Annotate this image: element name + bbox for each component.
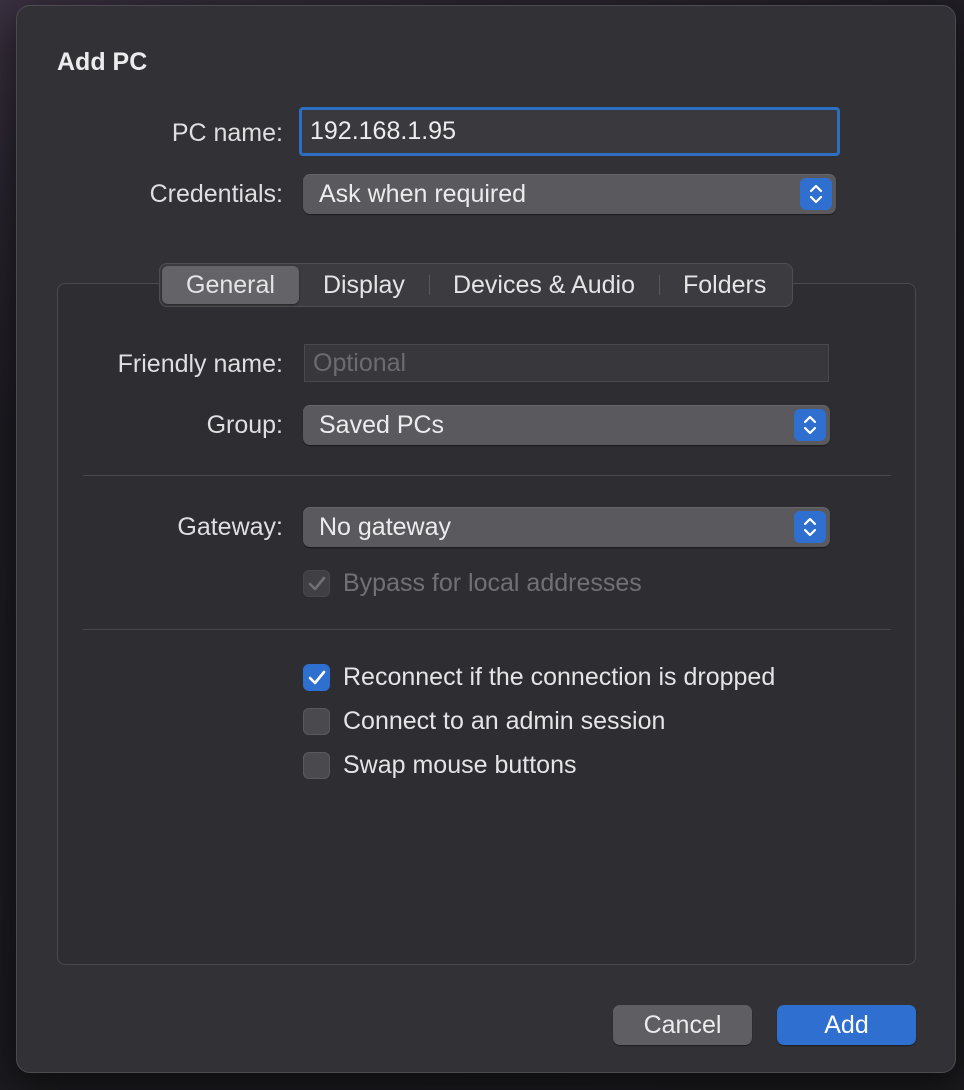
reconnect-checkbox-row[interactable]: Reconnect if the connection is dropped [303, 663, 775, 692]
add-button[interactable]: Add [777, 1005, 916, 1045]
group-label: Group: [206, 411, 283, 439]
updown-chevron-icon [794, 409, 826, 441]
credentials-label: Credentials: [149, 180, 283, 208]
gateway-label: Gateway: [177, 513, 283, 541]
tab-bar: General Display Devices & Audio Folders [159, 263, 794, 307]
friendly-name-input[interactable]: Optional [304, 344, 829, 382]
admin-session-checkbox-row[interactable]: Connect to an admin session [303, 707, 665, 736]
credentials-popup[interactable]: Ask when required [303, 174, 836, 214]
gateway-popup[interactable]: No gateway [303, 507, 830, 547]
dialog-title: Add PC [57, 48, 148, 76]
bypass-local-checkbox [303, 570, 330, 597]
reconnect-checkbox[interactable] [303, 664, 330, 691]
tab-devices-audio[interactable]: Devices & Audio [428, 266, 659, 304]
divider [83, 629, 891, 630]
cancel-button[interactable]: Cancel [613, 1005, 752, 1045]
bypass-local-label: Bypass for local addresses [343, 569, 642, 597]
tab-panel [57, 283, 916, 965]
updown-chevron-icon [800, 178, 832, 210]
reconnect-label: Reconnect if the connection is dropped [343, 663, 776, 691]
gateway-selected: No gateway [319, 512, 452, 541]
tab-display[interactable]: Display [299, 266, 429, 304]
pc-name-label: PC name: [171, 119, 283, 147]
divider [83, 475, 891, 476]
pc-name-input[interactable]: 192.168.1.95 [299, 107, 840, 156]
tab-folders[interactable]: Folders [658, 266, 790, 304]
credentials-selected: Ask when required [319, 179, 527, 208]
swap-mouse-checkbox-row[interactable]: Swap mouse buttons [303, 751, 576, 780]
tab-general[interactable]: General [162, 266, 299, 304]
checkmark-icon [308, 670, 325, 684]
admin-session-label: Connect to an admin session [343, 707, 666, 735]
bypass-local-checkbox-row: Bypass for local addresses [303, 569, 642, 598]
friendly-name-label: Friendly name: [117, 350, 283, 378]
friendly-name-placeholder: Optional [313, 348, 407, 377]
updown-chevron-icon [794, 511, 826, 543]
checkmark-icon [308, 576, 325, 590]
admin-session-checkbox[interactable] [303, 708, 330, 735]
swap-mouse-checkbox[interactable] [303, 752, 330, 779]
group-selected: Saved PCs [319, 410, 445, 439]
pc-name-value: 192.168.1.95 [310, 117, 456, 145]
group-popup[interactable]: Saved PCs [303, 405, 830, 445]
swap-mouse-label: Swap mouse buttons [343, 751, 577, 779]
add-pc-dialog: Add PC PC name: 192.168.1.95 Credentials… [16, 5, 956, 1073]
